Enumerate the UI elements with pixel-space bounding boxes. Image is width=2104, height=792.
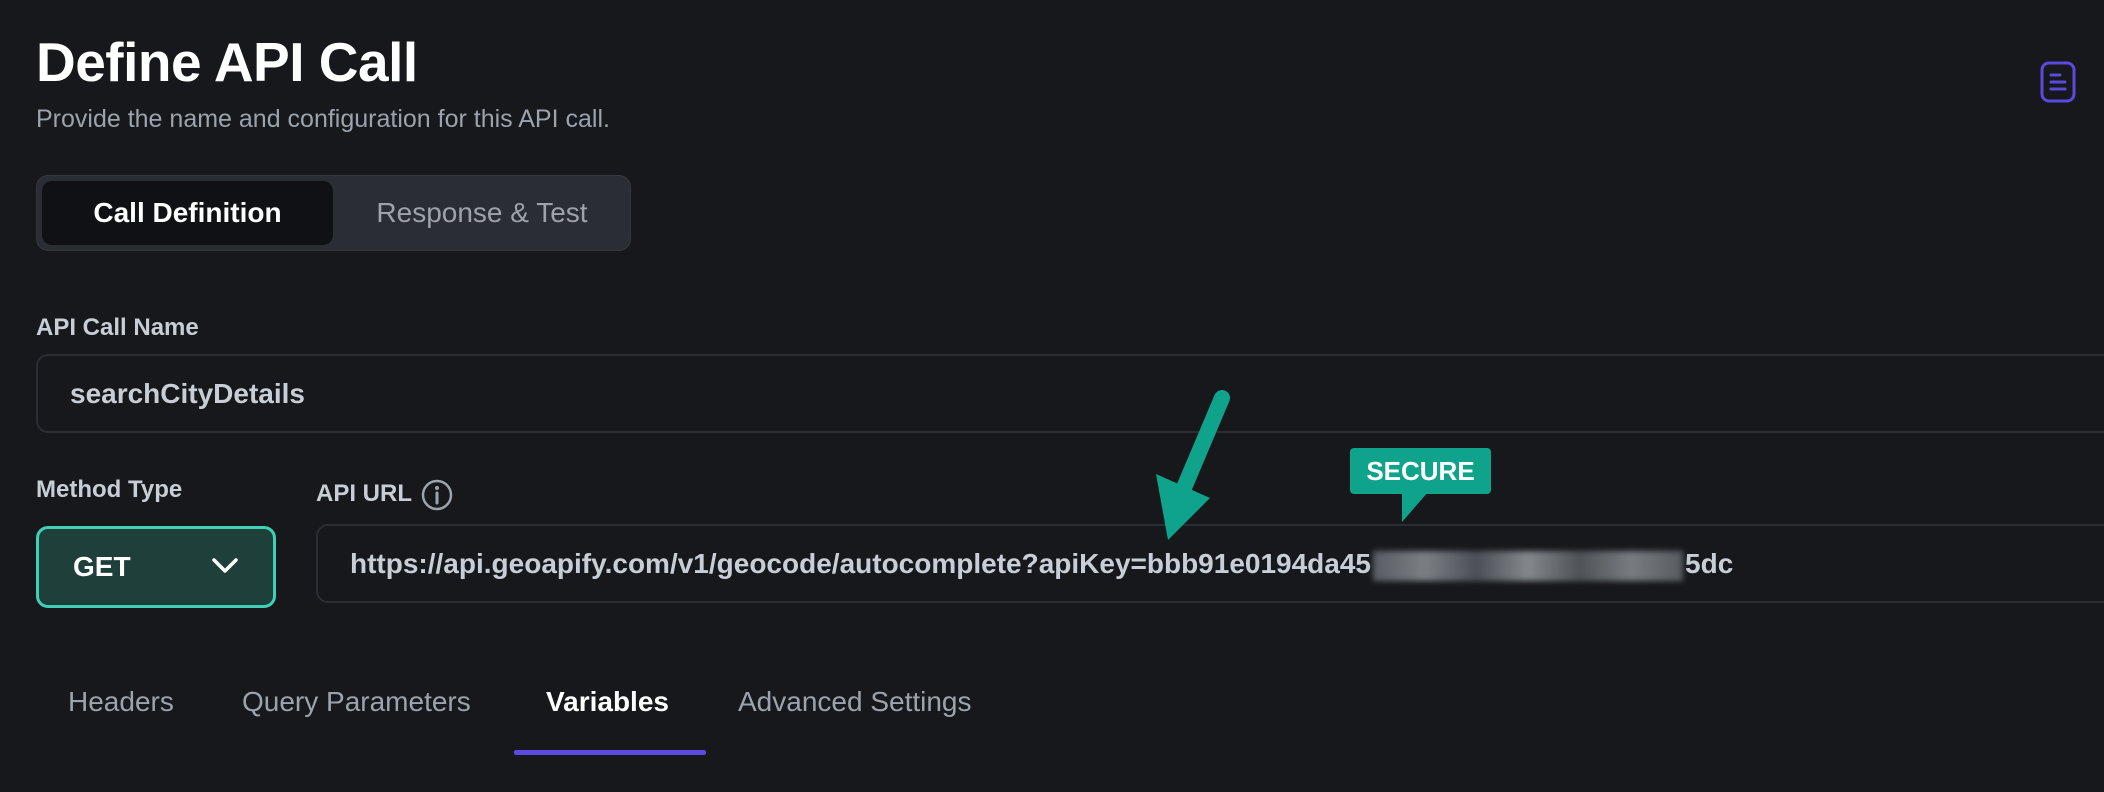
annotation-arrow-icon [1156, 390, 1230, 540]
tab-variables[interactable]: Variables [546, 686, 669, 718]
api-url-text-end: 5dc [1685, 548, 1734, 579]
page-subtitle: Provide the name and configuration for t… [36, 105, 610, 133]
tab-advanced-settings[interactable]: Advanced Settings [738, 686, 972, 718]
page-title: Define API Call [36, 31, 418, 93]
api-url-text: https://api.geoapify.com/v1/geocode/auto… [350, 548, 1372, 579]
api-call-name-label: API Call Name [36, 314, 199, 341]
secure-badge-tail [1402, 492, 1428, 522]
tab-response-test[interactable]: Response & Test [337, 181, 627, 245]
method-type-value: GET [73, 551, 131, 582]
api-call-name-input[interactable]: searchCityDetails [36, 354, 2104, 433]
document-icon[interactable] [2040, 61, 2076, 103]
tab-query-parameters[interactable]: Query Parameters [242, 686, 471, 718]
api-url-label: API URL [316, 480, 412, 507]
tab-call-definition[interactable]: Call Definition [42, 181, 333, 245]
redacted-key-blur [1373, 550, 1684, 581]
info-icon[interactable] [420, 478, 454, 512]
method-type-select[interactable]: GET [36, 526, 276, 608]
secure-badge: SECURE [1350, 448, 1491, 494]
active-tab-indicator [514, 750, 706, 755]
definition-tab-switcher: Call Definition Response & Test [36, 175, 631, 251]
tab-headers[interactable]: Headers [68, 686, 174, 718]
method-type-label: Method Type [36, 476, 183, 503]
chevron-down-icon [212, 558, 238, 573]
